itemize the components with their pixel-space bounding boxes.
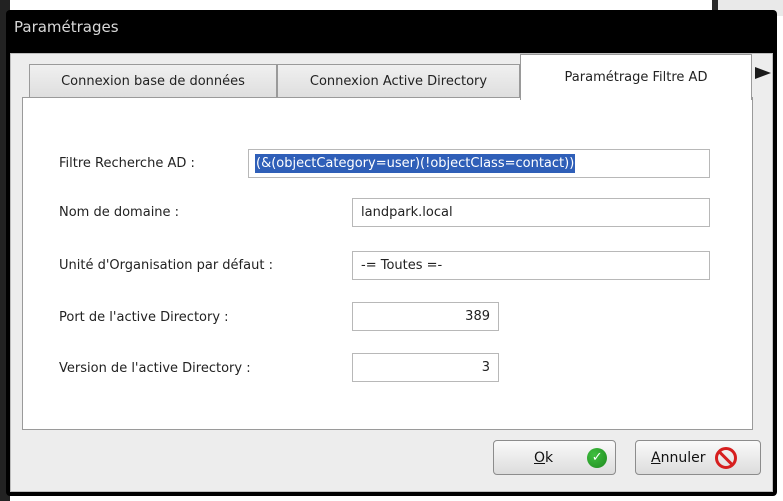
ok-mnemonic: O (534, 449, 546, 466)
settings-dialog: Paramétrages Connexion base de données C… (6, 10, 777, 496)
tab-connexion-base-donnees[interactable]: Connexion base de données (29, 64, 277, 98)
domain-value: landpark.local (361, 205, 453, 220)
port-value: 389 (465, 309, 490, 324)
tab-label: Paramétrage Filtre AD (564, 70, 708, 85)
dialog-client-area: Connexion base de données Connexion Acti… (10, 53, 773, 492)
ou-label: Unité d'Organisation par défaut : (59, 258, 273, 273)
version-input[interactable]: 3 (352, 353, 499, 382)
ok-rest: k (545, 449, 554, 466)
version-label: Version de l'active Directory : (59, 361, 251, 376)
cancel-button[interactable]: Annuler (635, 440, 761, 475)
tab-label: Connexion base de données (61, 74, 245, 89)
ou-input[interactable]: -= Toutes =- (352, 251, 710, 280)
ok-button[interactable]: Ok ✓ (493, 440, 616, 475)
ok-button-label: Ok (534, 450, 553, 466)
filter-label: Filtre Recherche AD : (59, 156, 195, 171)
tab-label: Connexion Active Directory (309, 74, 488, 89)
port-label: Port de l'active Directory : (59, 310, 229, 325)
dialog-title: Paramétrages (14, 18, 119, 36)
version-value: 3 (481, 360, 490, 375)
tab-connexion-active-directory[interactable]: Connexion Active Directory (277, 64, 520, 98)
filter-input[interactable]: (&(objectCategory=user)(!objectClass=con… (248, 149, 710, 178)
ou-value: -= Toutes =- (361, 258, 443, 273)
checkmark-icon: ✓ (587, 447, 608, 468)
tab-panel: Filtre Recherche AD : (&(objectCategory=… (22, 97, 753, 430)
cancel-icon (715, 446, 738, 469)
filter-value: (&(objectCategory=user)(!objectClass=con… (255, 154, 576, 173)
cancel-rest: nnuler (660, 449, 706, 466)
tab-parametrage-filtre-ad[interactable]: Paramétrage Filtre AD (520, 54, 771, 100)
cancel-button-label: Annuler (651, 450, 705, 466)
tab-pointer-icon (755, 67, 771, 79)
domain-label: Nom de domaine : (59, 205, 180, 220)
port-input[interactable]: 389 (352, 302, 499, 331)
cancel-mnemonic: A (651, 449, 661, 466)
domain-input[interactable]: landpark.local (352, 198, 710, 227)
